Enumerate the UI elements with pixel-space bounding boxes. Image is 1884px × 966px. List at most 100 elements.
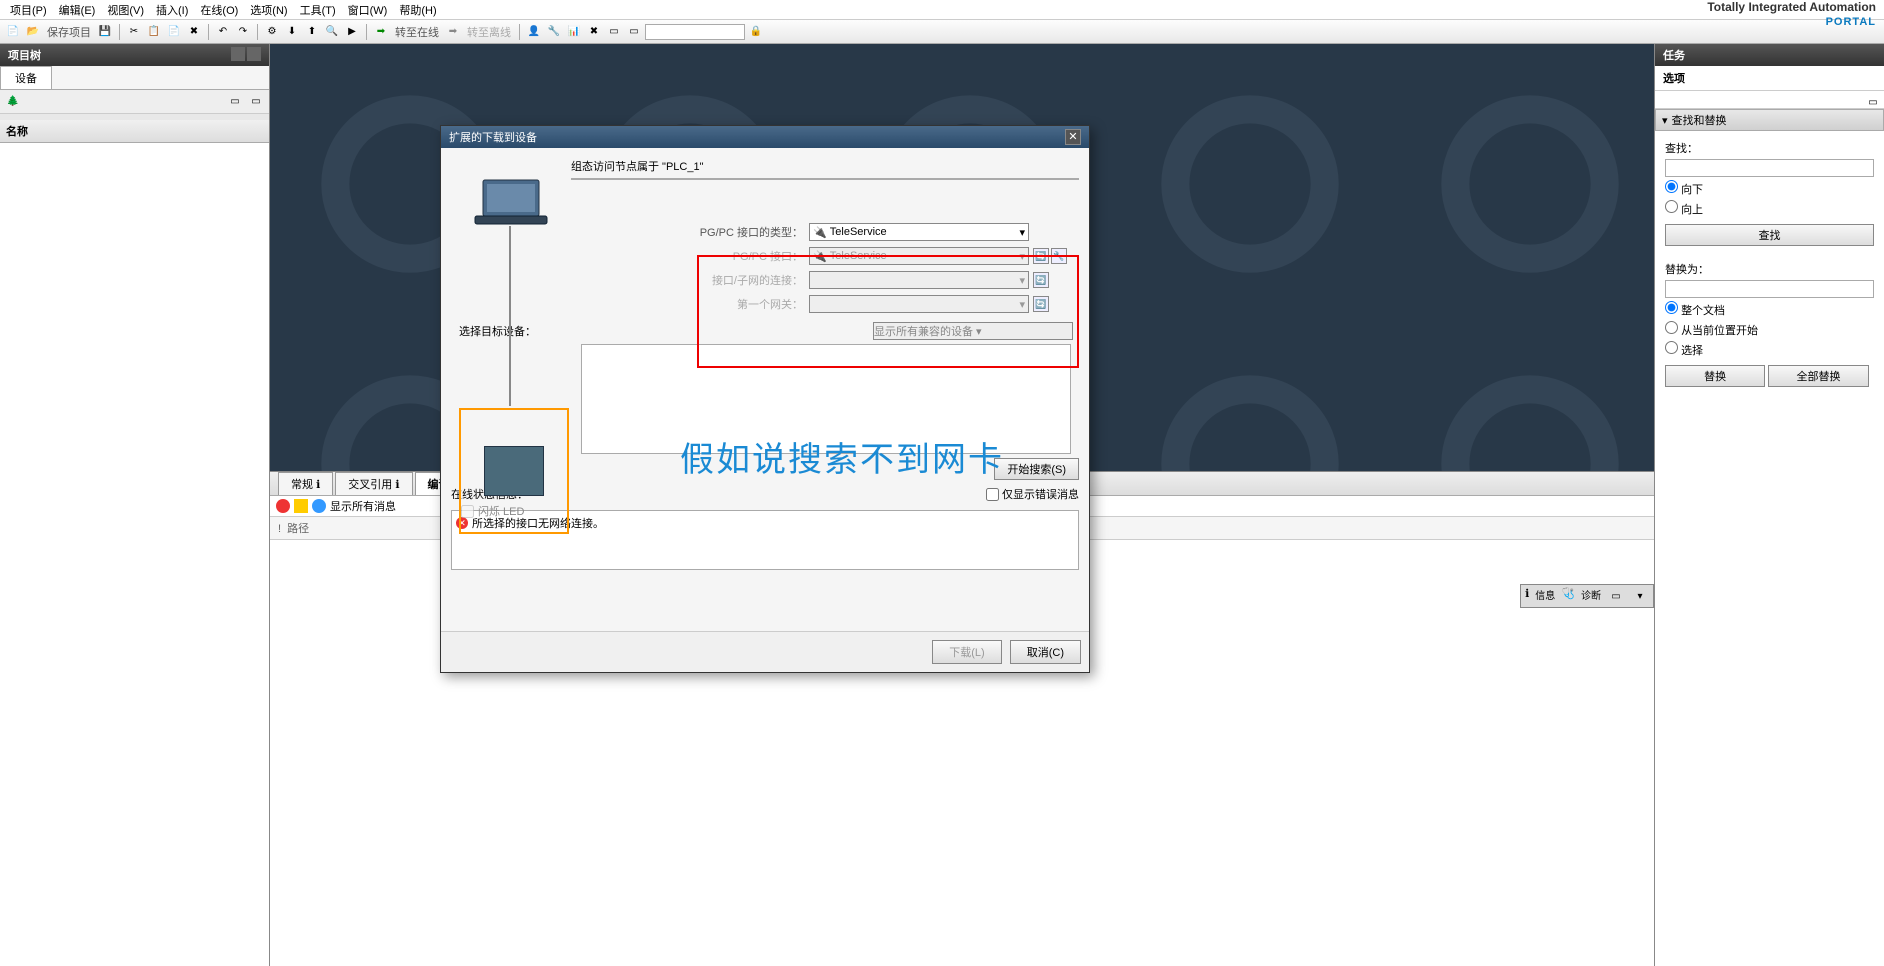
brand-sub-label: PORTAL xyxy=(1826,16,1876,28)
dialog-titlebar[interactable]: 扩展的下载到设备 ✕ xyxy=(441,126,1089,148)
tb-icon-3[interactable]: 📊 xyxy=(565,23,583,41)
go-online-arrow-icon[interactable]: ➡ xyxy=(372,23,390,41)
radio-from-current[interactable] xyxy=(1665,321,1678,334)
tb-icon-5[interactable]: ▭ xyxy=(605,23,623,41)
cut-icon[interactable]: ✂ xyxy=(125,23,143,41)
menu-help[interactable]: 帮助(H) xyxy=(393,0,442,20)
redo-icon[interactable]: ↷ xyxy=(234,23,252,41)
menu-tools[interactable]: 工具(T) xyxy=(294,0,342,20)
connection-label: 接口/子网的连接： xyxy=(699,272,809,288)
radio-down[interactable] xyxy=(1665,180,1678,193)
tasks-title: 任务 xyxy=(1655,44,1884,66)
options-label: 选项 xyxy=(1655,66,1884,91)
tree-icon[interactable]: 🌲 xyxy=(4,93,22,111)
refresh-icon[interactable]: 🔄 xyxy=(1033,272,1049,288)
interface-type-combo[interactable]: 🔌 TeleService▾ xyxy=(809,223,1029,241)
undo-icon[interactable]: ↶ xyxy=(214,23,232,41)
save-project-button[interactable]: 保存项目 xyxy=(44,24,94,40)
new-project-icon[interactable]: 📄 xyxy=(4,23,22,41)
tb-icon-1[interactable]: 👤 xyxy=(525,23,543,41)
connection-combo[interactable]: ▾ xyxy=(809,271,1029,289)
menu-window[interactable]: 窗口(W) xyxy=(342,0,394,20)
menu-options[interactable]: 选项(N) xyxy=(244,0,293,20)
target-filter-combo[interactable]: 显示所有兼容的设备 ▾ xyxy=(873,322,1073,340)
copy-icon[interactable]: 📋 xyxy=(145,23,163,41)
tasks-panel: 任务 选项 ▭ ▾查找和替换 查找： 向下 向上 查找 替换为： 整个文档 从当… xyxy=(1654,44,1884,966)
config-icon[interactable]: 🔧 xyxy=(1051,248,1067,264)
replace-all-button[interactable]: 全部替换 xyxy=(1768,365,1868,387)
tab-diag-icon[interactable]: 🩺 xyxy=(1561,587,1575,605)
delete-icon[interactable]: ✖ xyxy=(185,23,203,41)
target-device-table xyxy=(581,344,1071,454)
plug-icon: 🔌 xyxy=(813,250,827,263)
menu-bar: 项目(P) 编辑(E) 视图(V) 插入(I) 在线(O) 选项(N) 工具(T… xyxy=(0,0,1884,20)
tab-diagnostics[interactable]: 诊断 xyxy=(1581,587,1601,605)
cancel-button[interactable]: 取消(C) xyxy=(1010,640,1081,664)
project-tree[interactable] xyxy=(0,143,269,966)
paste-icon[interactable]: 📄 xyxy=(165,23,183,41)
tab-info[interactable]: 信息 xyxy=(1535,587,1555,605)
warning-filter-icon[interactable] xyxy=(294,499,308,513)
lock-icon[interactable]: 🔒 xyxy=(747,23,765,41)
radio-whole-doc[interactable] xyxy=(1665,301,1678,314)
upload-icon[interactable]: ⬆ xyxy=(303,23,321,41)
find-replace-header[interactable]: ▾查找和替换 xyxy=(1655,109,1884,131)
connection-line xyxy=(509,226,511,406)
tree-tb-icon-2[interactable]: ▭ xyxy=(247,93,265,111)
flash-led-checkbox[interactable] xyxy=(461,505,474,518)
replace-label: 替换为： xyxy=(1665,261,1874,277)
radio-selection[interactable] xyxy=(1665,341,1678,354)
menu-insert[interactable]: 插入(I) xyxy=(150,0,194,20)
flash-led-label: 闪烁 LED xyxy=(478,503,524,519)
project-search-input[interactable] xyxy=(645,24,745,40)
close-icon[interactable]: ✕ xyxy=(1065,129,1081,145)
inspector-btn-icon[interactable]: ▭ xyxy=(1607,587,1625,605)
plug-icon: 🔌 xyxy=(813,226,827,239)
tab-general[interactable]: 常规 ℹ xyxy=(278,472,333,495)
compile-icon[interactable]: ⚙ xyxy=(263,23,281,41)
menu-online[interactable]: 在线(O) xyxy=(194,0,244,20)
start-search-button[interactable]: 开始搜索(S) xyxy=(994,458,1079,480)
tb-icon-6[interactable]: ▭ xyxy=(625,23,643,41)
tree-header-name: 名称 xyxy=(0,120,269,143)
panel-collapse-icon[interactable] xyxy=(247,47,261,61)
inspector-close-icon[interactable]: ▾ xyxy=(1631,587,1649,605)
go-offline-button[interactable]: 转至离线 xyxy=(464,24,514,40)
main-toolbar: 📄 📂 保存项目 💾 ✂ 📋 📄 ✖ ↶ ↷ ⚙ ⬇ ⬆ 🔍 ▶ ➡ 转至在线 … xyxy=(0,20,1884,44)
menu-edit[interactable]: 编辑(E) xyxy=(53,0,102,20)
tb-icon-4[interactable]: ✖ xyxy=(585,23,603,41)
tab-info-icon[interactable]: ℹ xyxy=(1525,587,1529,605)
save-icon[interactable]: 💾 xyxy=(96,23,114,41)
project-tree-title: 项目树 xyxy=(0,44,269,66)
info-filter-icon[interactable] xyxy=(312,499,326,513)
refresh-icon[interactable]: 🔄 xyxy=(1033,296,1049,312)
menu-view[interactable]: 视图(V) xyxy=(101,0,150,20)
interface-combo[interactable]: 🔌 TeleService▾ xyxy=(809,247,1029,265)
panel-btn-icon[interactable] xyxy=(231,47,245,61)
radio-up[interactable] xyxy=(1665,200,1678,213)
find-label: 查找： xyxy=(1665,140,1874,156)
tab-crossref[interactable]: 交叉引用 ℹ xyxy=(335,472,412,495)
tb-icon-2[interactable]: 🔧 xyxy=(545,23,563,41)
select-target-label: 选择目标设备： xyxy=(451,323,544,339)
replace-button[interactable]: 替换 xyxy=(1665,365,1765,387)
find-input[interactable] xyxy=(1665,159,1874,177)
open-project-icon[interactable]: 📂 xyxy=(24,23,42,41)
error-filter-icon[interactable] xyxy=(276,499,290,513)
download-button[interactable]: 下载(L) xyxy=(932,640,1001,664)
replace-input[interactable] xyxy=(1665,280,1874,298)
gateway-combo[interactable]: ▾ xyxy=(809,295,1029,313)
go-offline-arrow-icon[interactable]: ➡ xyxy=(444,23,462,41)
sim-icon[interactable]: ▶ xyxy=(343,23,361,41)
only-errors-checkbox[interactable] xyxy=(986,488,999,501)
laptop-icon xyxy=(471,178,551,231)
refresh-icon[interactable]: 🔄 xyxy=(1033,248,1049,264)
search-icon[interactable]: 🔍 xyxy=(323,23,341,41)
tree-tb-icon[interactable]: ▭ xyxy=(226,93,244,111)
find-button[interactable]: 查找 xyxy=(1665,224,1874,246)
devices-tab[interactable]: 设备 xyxy=(0,66,52,89)
download-icon[interactable]: ⬇ xyxy=(283,23,301,41)
menu-project[interactable]: 项目(P) xyxy=(4,0,53,20)
show-all-messages[interactable]: 显示所有消息 xyxy=(330,498,396,514)
go-online-button[interactable]: 转至在线 xyxy=(392,24,442,40)
